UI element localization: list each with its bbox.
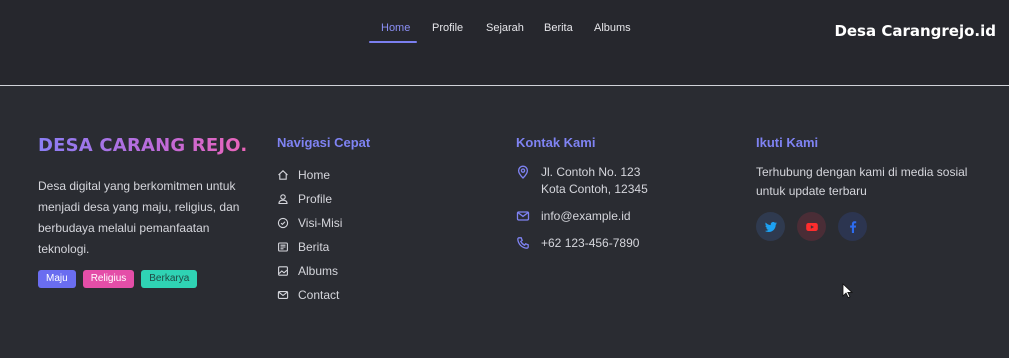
contact-email[interactable]: info@example.id <box>516 208 716 225</box>
header-band <box>0 55 1009 85</box>
tag-maju: Maju <box>38 270 76 288</box>
quick-nav-label: Home <box>298 168 331 182</box>
home-icon <box>278 170 288 180</box>
twitter-icon <box>764 221 777 232</box>
quick-nav-label: Berita <box>298 240 330 254</box>
quick-nav-label: Visi-Misi <box>298 216 343 230</box>
location-pin-icon <box>517 165 529 179</box>
email-text: info@example.id <box>541 209 631 223</box>
facebook-icon <box>849 220 856 233</box>
quick-nav-label: Profile <box>298 192 333 206</box>
user-icon <box>278 194 288 205</box>
quick-nav-heading: Navigasi Cepat <box>277 135 371 150</box>
tag-list: Maju Religius Berkarya <box>38 270 248 288</box>
image-icon <box>278 266 288 276</box>
social-links <box>756 212 996 241</box>
contact-heading: Kontak Kami <box>516 135 596 150</box>
phone-text: +62 123-456-7890 <box>541 236 640 250</box>
active-tab-indicator <box>369 41 417 43</box>
nav-home-link[interactable]: Home <box>381 22 410 34</box>
twitter-link[interactable] <box>756 212 785 241</box>
nav-sejarah-link[interactable]: Sejarah <box>486 22 524 34</box>
mouse-cursor-icon <box>842 283 854 299</box>
quick-nav-profile[interactable]: Profile <box>277 187 477 211</box>
facebook-link[interactable] <box>838 212 867 241</box>
nav-berita-link[interactable]: Berita <box>544 22 573 34</box>
tag-religius: Religius <box>82 270 135 288</box>
quick-nav-label: Albums <box>298 264 339 278</box>
quick-nav-home[interactable]: Home <box>277 163 477 187</box>
mail-icon <box>277 291 289 299</box>
contact-address: Jl. Contoh No. 123 Kota Contoh, 12345 <box>516 164 716 198</box>
footer-description: Desa digital yang berkomitmen untuk menj… <box>38 179 240 256</box>
quick-nav-label: Contact <box>298 288 340 302</box>
footer-divider <box>0 85 1009 86</box>
quick-nav-albums[interactable]: Albums <box>277 259 477 283</box>
footer-quick-nav: Navigasi Cepat Home Profile Visi-Misi Be… <box>277 135 477 307</box>
address-line-1: Jl. Contoh No. 123 <box>541 165 641 179</box>
footer-brand-title: DESA CARANG REJO.ID <box>38 135 270 156</box>
social-heading: Ikuti Kami <box>756 135 819 150</box>
footer-about: DESA CARANG REJO.ID Desa digital yang be… <box>38 135 270 288</box>
nav-profile-link[interactable]: Profile <box>432 22 463 34</box>
nav-albums-link[interactable]: Albums <box>594 22 631 34</box>
footer-social: Ikuti Kami Terhubung dengan kami di medi… <box>756 135 996 241</box>
phone-icon <box>517 237 529 249</box>
site-brand[interactable]: Desa Carangrejo.id <box>834 22 996 40</box>
youtube-link[interactable] <box>797 212 826 241</box>
target-icon <box>277 217 289 229</box>
tag-berkarya: Berkarya <box>141 270 198 288</box>
address-line-2: Kota Contoh, 12345 <box>541 182 648 196</box>
envelope-icon <box>516 211 530 221</box>
social-description: Terhubung dengan kami di media sosial un… <box>756 165 968 198</box>
quick-nav-contact[interactable]: Contact <box>277 283 477 307</box>
youtube-icon <box>805 222 818 231</box>
footer-contact: Kontak Kami Jl. Contoh No. 123 Kota Cont… <box>516 135 716 262</box>
newspaper-icon <box>278 242 288 252</box>
quick-nav-visi-misi[interactable]: Visi-Misi <box>277 211 477 235</box>
quick-nav-berita[interactable]: Berita <box>277 235 477 259</box>
contact-phone[interactable]: +62 123-456-7890 <box>516 235 716 252</box>
